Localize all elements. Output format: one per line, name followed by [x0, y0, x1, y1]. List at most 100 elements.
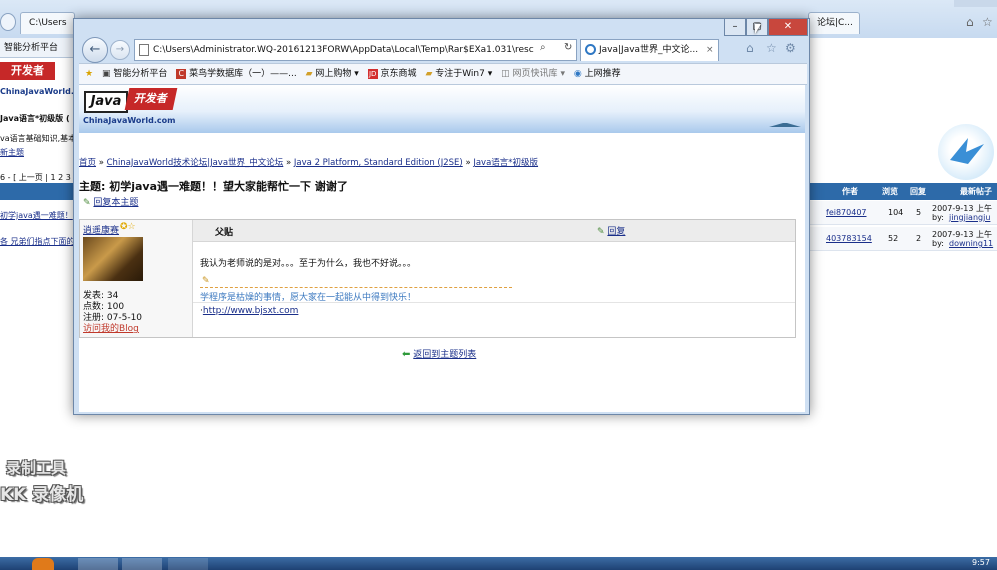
favorite-label: 菜鸟学数据库（一）——...: [189, 69, 297, 79]
favorite-link[interactable]: C 菜鸟学数据库（一）——...: [176, 64, 297, 84]
reply-label: 回复: [607, 227, 626, 237]
tab-title: C:\Users: [29, 18, 67, 28]
post-footer-divider: [193, 302, 795, 303]
taskbar-item-ie[interactable]: [122, 558, 162, 570]
author-link[interactable]: 403783154: [826, 234, 872, 243]
background-new-topic-link[interactable]: 新主题: [0, 147, 24, 158]
post-header: 父贴 ✎ 回复: [193, 220, 795, 242]
col-views: 浏览: [882, 187, 898, 196]
breadcrumb-forum[interactable]: ChinaJavaWorld技术论坛|Java世界_中文论坛: [107, 158, 284, 168]
favorite-folder[interactable]: ▰ 专注于Win7 ▾: [425, 64, 492, 84]
stat-points: 点数: 100: [83, 302, 125, 312]
background-table-header-left: [0, 183, 80, 200]
page-content: Java 开发者 ChinaJavaWorld.com 首页 » ChinaJa…: [79, 85, 805, 412]
window-restore-button[interactable]: [974, 0, 997, 7]
favorite-link[interactable]: ▣ 智能分析平台: [102, 64, 167, 84]
settings-gear-icon[interactable]: ⚙: [785, 41, 796, 55]
breadcrumb-board[interactable]: Java语言*初级版: [473, 158, 538, 168]
star-icon[interactable]: ☆: [982, 15, 993, 29]
popup-browser-window[interactable]: – ▢ ✕ ← → C:\Users\Administrator.WQ-2016…: [73, 18, 810, 415]
taskbar: 9:57: [0, 557, 997, 570]
favorites-bar: ★ ▣ 智能分析平台 C 菜鸟学数据库（一）——... ▰ 网上购物 ▾ JD …: [79, 63, 807, 85]
window-minimize-button[interactable]: [954, 0, 974, 7]
taskbar-item-explorer[interactable]: [78, 558, 118, 570]
latest-user-link[interactable]: downing11: [949, 239, 993, 248]
breadcrumb-separator: »: [286, 158, 292, 168]
close-button[interactable]: ✕: [768, 19, 808, 36]
topic-title: 主题: 初学java遇一难题！！望大家能帮忙一下 谢谢了: [79, 180, 348, 193]
page-icon: [139, 44, 149, 56]
breadcrumb-section[interactable]: Java 2 Platform, Standard Edition (J2SE): [294, 158, 463, 168]
tab-title: Java|Java世界_中文论...: [599, 45, 699, 55]
blog-link[interactable]: 访问我的Blog: [83, 324, 142, 335]
favorite-link[interactable]: 智能分析平台: [4, 43, 58, 53]
watermark-line1: 录制工具: [6, 459, 67, 477]
latest-user-link[interactable]: jingjiangju: [949, 213, 990, 222]
minimize-button[interactable]: –: [724, 19, 746, 36]
post-label: 父贴: [215, 228, 234, 238]
taskbar-item-app[interactable]: [168, 558, 208, 570]
author-link[interactable]: 逍遥康赛: [83, 223, 119, 236]
reply-topic-label: 回复本主题: [93, 198, 139, 208]
background-favorites-bar: 智能分析平台: [0, 38, 80, 58]
views-count: 104: [888, 208, 904, 217]
replies-count: 5: [916, 208, 922, 217]
address-bar[interactable]: C:\Users\Administrator.WQ-20161213FORW\A…: [134, 39, 577, 61]
reply-button[interactable]: ✎ 回复: [597, 224, 625, 237]
address-text: C:\Users\Administrator.WQ-20161213FORW\A…: [153, 45, 534, 55]
favorite-label: 网页快讯库: [512, 69, 558, 79]
signature-link[interactable]: http://www.bjsxt.com: [203, 306, 299, 316]
tab-active[interactable]: Java|Java世界_中文论... ×: [580, 39, 719, 61]
signature-divider: [200, 287, 512, 288]
background-topic-link-1[interactable]: 初学java遇一难题！: [0, 210, 73, 221]
background-board-title: Java语言*初级版 (: [0, 114, 70, 123]
tab-close-icon[interactable]: ×: [706, 40, 714, 60]
background-tab-left[interactable]: C:\Users: [20, 12, 75, 34]
replies-count: 2: [916, 234, 922, 243]
favorite-link[interactable]: JD 京东商城: [367, 64, 417, 84]
back-arrow-icon: ⬅: [402, 349, 411, 360]
favorite-label: 网上购物: [315, 69, 352, 79]
breadcrumb-home[interactable]: 首页: [79, 158, 96, 168]
author-link[interactable]: fei870407: [826, 208, 867, 217]
favorites-star-add-icon[interactable]: ★: [85, 64, 93, 84]
refresh-icon[interactable]: ↻: [564, 42, 572, 53]
background-tab-right[interactable]: 论坛|C...: [808, 12, 860, 34]
table-row: fei870407 104 5 2007-9-13 上午 by: jingjia…: [806, 201, 997, 225]
favorite-label: 上网推荐: [584, 69, 621, 79]
background-topic-link-2[interactable]: 各 兄弟们指点下面的: [0, 236, 75, 247]
favorite-link[interactable]: ◉ 上网推荐: [574, 64, 621, 84]
clock: 9:57: [972, 558, 990, 567]
reply-topic-link[interactable]: ✎ 回复本主题: [83, 195, 138, 208]
stat-posts: 发表: 34: [83, 291, 119, 301]
back-to-list-link[interactable]: ⬅ 返回到主题列表: [402, 347, 476, 360]
table-row: 403783154 52 2 2007-9-13 上午 by: downing1…: [806, 227, 997, 251]
back-button[interactable]: [0, 13, 16, 31]
home-icon[interactable]: ⌂: [966, 15, 974, 29]
bird-logo-icon: [938, 124, 994, 180]
logo-badge: 开发者: [124, 88, 178, 110]
home-icon[interactable]: ⌂: [746, 41, 754, 55]
stat-registered: 注册: 07-5-10: [83, 313, 143, 323]
favorite-label: 智能分析平台: [113, 69, 168, 79]
background-board-desc: va语言基础知识,基本: [0, 134, 77, 143]
background-pager[interactable]: 6 - [ 上一页 | 1 2 3: [0, 172, 71, 183]
mouse-cursor-icon: [755, 24, 761, 34]
col-author: 作者: [842, 187, 858, 196]
col-latest: 最新帖子: [960, 187, 992, 196]
favorites-star-icon[interactable]: ☆: [766, 41, 777, 55]
back-button[interactable]: ←: [82, 37, 108, 63]
forward-button[interactable]: →: [110, 40, 130, 60]
search-icon[interactable]: ⌕: [540, 42, 546, 53]
start-orb-icon[interactable]: [32, 558, 54, 570]
post-author-panel: 逍遥康赛 ✪☆ 发表: 34 点数: 100 注册: 07-5-10 访问我的B…: [80, 220, 193, 337]
logo-url: ChinaJavaWorld.com: [83, 116, 176, 125]
ie-tab-icon: [585, 44, 596, 55]
rank-stars-icon: ✪☆: [120, 222, 136, 232]
signature-link-row: ·http://www.bjsxt.com: [200, 306, 298, 316]
background-table-header: 作者 浏览 回复 最新帖子: [806, 183, 997, 200]
favorite-feed[interactable]: ◫ 网页快讯库 ▾: [501, 64, 565, 84]
background-logo: 开发者 ChinaJavaWorld.com: [0, 60, 92, 100]
col-replies: 回复: [910, 187, 926, 196]
favorite-folder[interactable]: ▰ 网上购物 ▾: [306, 64, 359, 84]
